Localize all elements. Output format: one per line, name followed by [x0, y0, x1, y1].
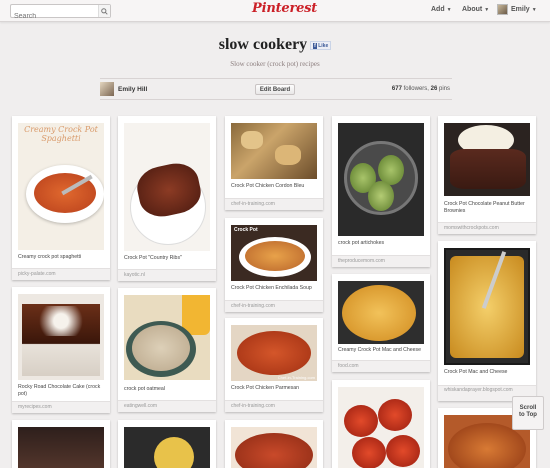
edit-board-button[interactable]: Edit Board	[255, 84, 295, 95]
followers-count: 677	[391, 86, 402, 92]
nav-add-menu[interactable]: Add ▼	[431, 6, 452, 13]
pin-source[interactable]: chef-in-training.com	[225, 400, 323, 412]
pin-card[interactable]: Creamy Crock Pot Mac and Cheese food.com	[332, 274, 430, 372]
facebook-icon: f	[313, 42, 317, 49]
pin-image[interactable]	[231, 427, 317, 468]
scroll-to-top-line1: Scroll	[519, 405, 537, 411]
pin-description: Creamy Crock Pot Mac and Cheese	[338, 347, 422, 353]
pin-source[interactable]: picky-palate.com	[12, 268, 110, 280]
pin-description: crock pot artichokes	[338, 240, 385, 246]
pin-image-overlay-text: Chef-in-Training.com	[277, 375, 315, 380]
pin-image[interactable]: Chef-in-Training.com	[231, 325, 317, 381]
pin-source[interactable]: myrecipes.com	[12, 401, 110, 413]
search-box[interactable]	[10, 4, 111, 23]
pin-card[interactable]: Crock Pot Crock Pot Chicken Enchilada So…	[225, 218, 323, 312]
pin-image[interactable]	[444, 123, 530, 196]
pin-card[interactable]	[332, 380, 430, 468]
pin-source[interactable]: momswithcrockpots.com	[438, 222, 536, 234]
pins-label: pins	[438, 86, 450, 92]
pin-card[interactable]: Chef-in-Training.com Crock Pot Chicken P…	[225, 318, 323, 412]
pin-image[interactable]	[18, 294, 104, 380]
pin-image[interactable]	[124, 123, 210, 251]
board-stats: 677 followers, 26 pins	[392, 86, 450, 92]
pin-card[interactable]: Crock Pot Chicken Cordon Bleu chef-in-tr…	[225, 116, 323, 210]
pin-image-overlay-text: Crock Pot	[234, 227, 258, 233]
pin-description: Crock Pot Mac and Cheese	[444, 369, 508, 375]
pin-card[interactable]: Crock Pot "Country Ribs" kayotic.nl	[118, 116, 216, 281]
pin-description: Creamy crock pot spaghetti	[18, 254, 82, 260]
scroll-to-top-line2: to Top	[519, 412, 537, 418]
board-description: Slow cooker (crock pot) recipes	[230, 60, 320, 68]
board-title-row: slow cookery f Like	[0, 36, 550, 54]
pin-card[interactable]: Rocky Road Chocolate Cake (crock pot) my…	[12, 287, 110, 413]
search-input[interactable]	[11, 10, 97, 23]
owner-name[interactable]: Emily Hill	[118, 86, 147, 93]
pin-source[interactable]: kayotic.nl	[118, 269, 216, 281]
nav-user-label: Emily	[511, 6, 530, 13]
pin-card[interactable]: Creamy Crock Pot Spaghetti Creamy crock …	[12, 116, 110, 280]
nav-about-label: About	[462, 6, 483, 13]
nav-user-menu[interactable]: Emily ▼	[511, 6, 537, 13]
search-button[interactable]	[98, 5, 110, 17]
pin-image[interactable]	[338, 123, 424, 236]
caret-down-icon: ▼	[446, 7, 452, 13]
pins-count: 26	[430, 86, 438, 92]
pin-description: Crock Pot "Country Ribs"	[124, 255, 182, 261]
pin-image[interactable]	[18, 427, 104, 468]
caret-down-icon: ▼	[484, 7, 490, 13]
pin-source[interactable]: chef-in-training.com	[225, 300, 323, 312]
pin-description: crock pot oatmeal	[124, 386, 165, 392]
pin-image[interactable]: Crock Pot	[231, 225, 317, 281]
board-owner-bar: Emily Hill Edit Board 677 followers, 26 …	[100, 78, 452, 100]
pin-card[interactable]: Crock Pot Chocolate Peanut Butter Browni…	[438, 116, 536, 234]
pin-image[interactable]	[231, 123, 317, 179]
caret-down-icon: ▼	[531, 7, 537, 13]
pin-card[interactable]: crock pot oatmeal eatingwell.com	[118, 288, 216, 412]
pin-card[interactable]: crock pot artichokes theproducemom.com	[332, 116, 430, 267]
pin-card[interactable]	[225, 420, 323, 468]
pin-image[interactable]	[124, 427, 210, 468]
pin-description: Crock Pot Chicken Enchilada Soup	[231, 285, 312, 291]
pin-description: Crock Pot Chocolate Peanut Butter Browni…	[444, 201, 525, 214]
pin-image[interactable]	[338, 387, 424, 468]
nav-add-label: Add	[431, 6, 445, 13]
pin-description: Crock Pot Chicken Parmesan	[231, 385, 300, 391]
pin-source[interactable]: food.com	[332, 360, 430, 372]
top-navigation-bar: Pinterest Add▼ About▼ Emily▼	[0, 0, 550, 23]
search-icon	[101, 7, 108, 15]
followers-label: followers,	[403, 86, 429, 92]
pin-card[interactable]	[118, 420, 216, 468]
pin-image-overlay-text: Creamy Crock Pot Spaghetti	[24, 125, 98, 143]
pin-source[interactable]: theproducemom.com	[332, 255, 430, 267]
pin-card[interactable]: Crock Pot Mac and Cheese whiskandaprayer…	[438, 241, 536, 401]
pin-image[interactable]: Creamy Crock Pot Spaghetti	[18, 123, 104, 250]
pinterest-logo[interactable]: Pinterest	[252, 1, 317, 16]
pin-description: Crock Pot Chicken Cordon Bleu	[231, 183, 305, 189]
pin-card[interactable]	[12, 420, 110, 468]
board-title: slow cookery	[218, 36, 308, 53]
pin-image[interactable]	[444, 248, 530, 365]
scroll-to-top-button[interactable]: Scroll to Top	[512, 396, 544, 430]
pin-source[interactable]: eatingwell.com	[118, 400, 216, 412]
pin-image[interactable]	[124, 295, 210, 380]
facebook-like-button[interactable]: f Like	[310, 40, 332, 50]
user-avatar[interactable]	[497, 4, 508, 15]
pin-description: Rocky Road Chocolate Cake (crock pot)	[18, 384, 101, 397]
owner-avatar[interactable]	[100, 82, 114, 96]
nav-about-menu[interactable]: About ▼	[462, 6, 489, 13]
like-label: Like	[318, 42, 329, 49]
pin-source[interactable]: chef-in-training.com	[225, 198, 323, 210]
pin-image[interactable]	[338, 281, 424, 344]
